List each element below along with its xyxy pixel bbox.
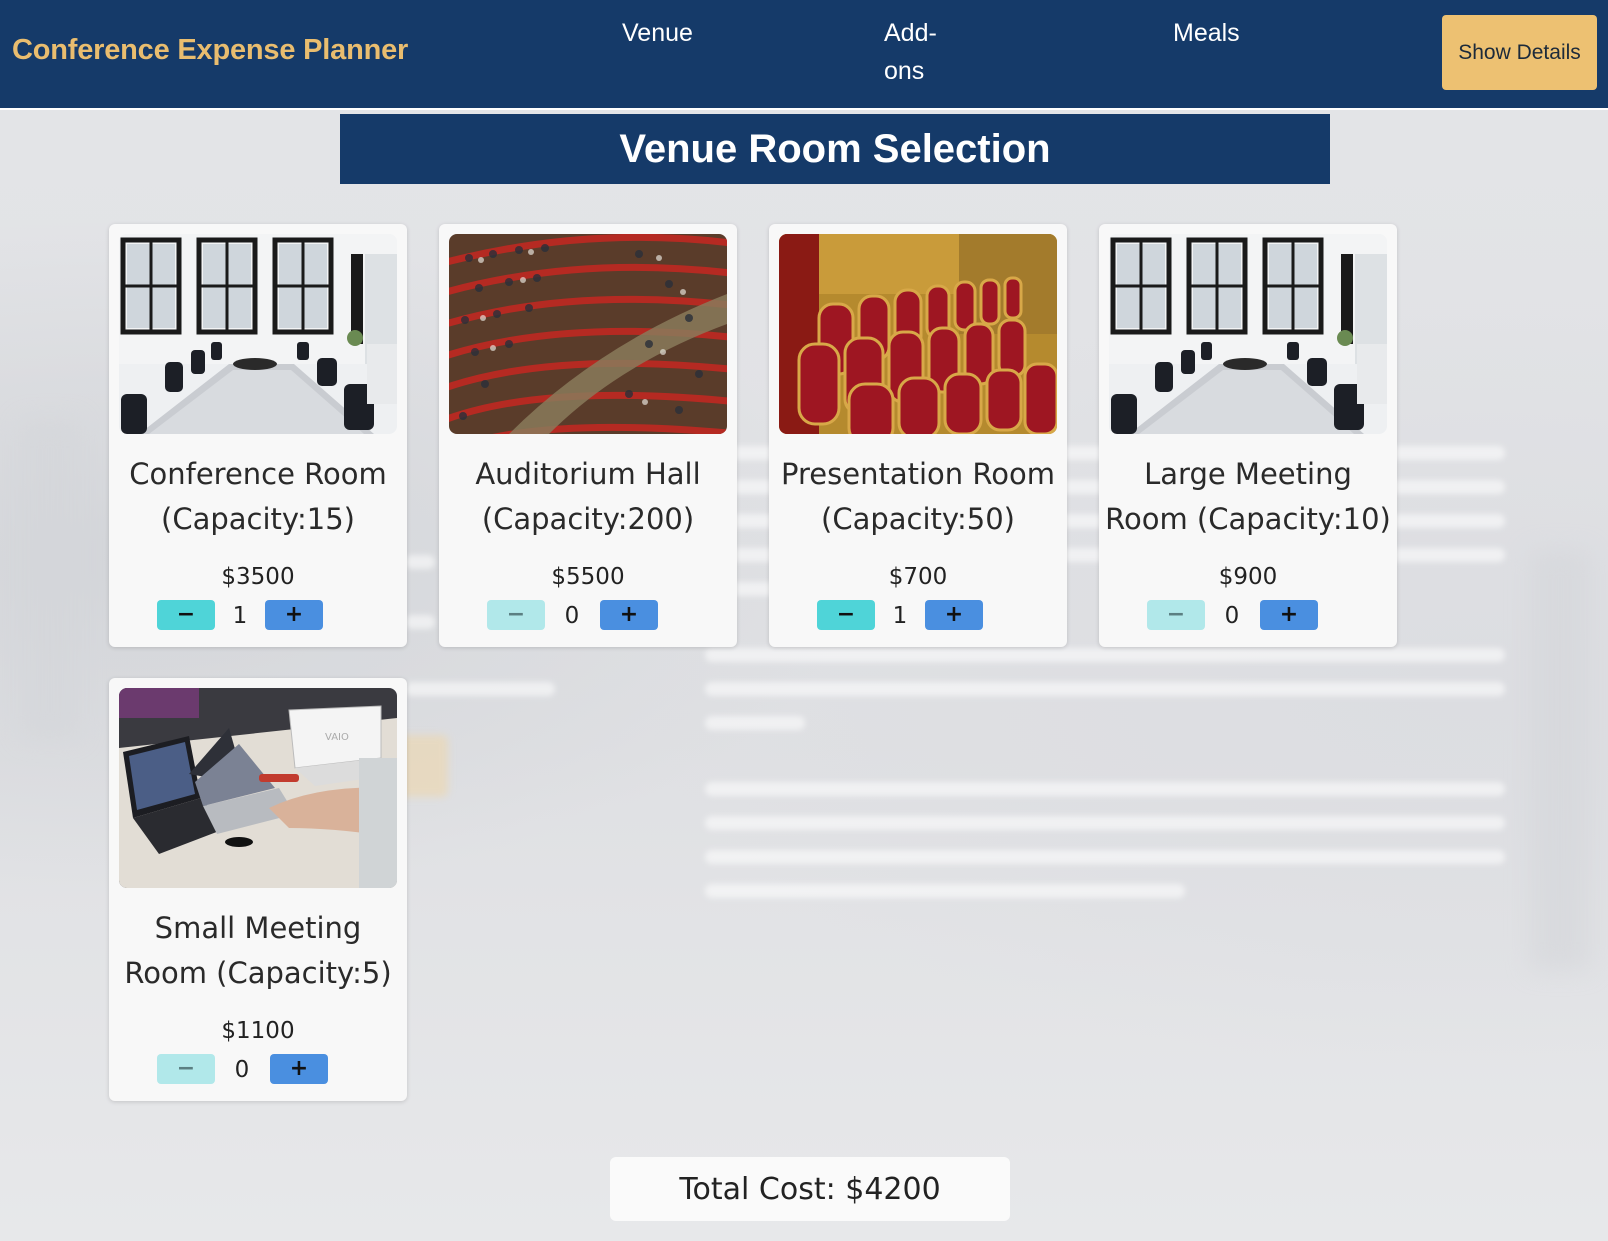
quantity-stepper: − 0 + <box>439 600 737 632</box>
decrement-button[interactable]: − <box>817 600 875 630</box>
decrement-button[interactable]: − <box>1147 600 1205 630</box>
room-card-presentation: Presentation Room (Capacity:50) $700 − 1… <box>769 224 1067 647</box>
room-card-conference: Conference Room (Capacity:15) $3500 − 1 … <box>109 224 407 647</box>
decrement-button[interactable]: − <box>157 1054 215 1084</box>
room-name: Small Meeting Room (Capacity:5) <box>124 911 392 990</box>
room-price: $1100 <box>221 1018 295 1044</box>
room-card-small-meeting: Small Meeting Room (Capacity:5) $1100 − … <box>109 678 407 1101</box>
increment-button[interactable]: + <box>1260 600 1318 630</box>
room-name: Auditorium Hall (Capacity:200) <box>475 457 701 536</box>
quantity-value: 0 <box>1224 603 1240 629</box>
conference-room-photo <box>119 234 397 434</box>
room-card-auditorium: Auditorium Hall (Capacity:200) $5500 − 0… <box>439 224 737 647</box>
quantity-value: 1 <box>892 603 908 629</box>
room-name: Large Meeting Room (Capacity:10) <box>1105 457 1391 536</box>
room-card-large-meeting: Large Meeting Room (Capacity:10) $900 − … <box>1099 224 1397 647</box>
increment-button[interactable]: + <box>925 600 983 630</box>
large-meeting-room-photo <box>1109 234 1387 434</box>
increment-button[interactable]: + <box>270 1054 328 1084</box>
quantity-value: 1 <box>232 603 248 629</box>
auditorium-photo <box>449 234 727 434</box>
quantity-stepper: − 1 + <box>109 600 407 632</box>
nav-link-addons[interactable]: Add-ons <box>884 14 954 90</box>
presentation-room-photo <box>779 234 1057 434</box>
app-title[interactable]: Conference Expense Planner <box>12 34 408 67</box>
quantity-value: 0 <box>234 1057 250 1083</box>
room-price: $900 <box>1218 564 1278 590</box>
page-title: Venue Room Selection <box>619 126 1051 171</box>
room-price: $5500 <box>551 564 625 590</box>
nav-link-venue[interactable]: Venue <box>622 14 693 52</box>
nav-link-meals[interactable]: Meals <box>1173 14 1240 52</box>
room-name: Presentation Room (Capacity:50) <box>781 457 1055 536</box>
laptops-meeting-photo <box>119 688 397 888</box>
quantity-stepper: − 0 + <box>109 1054 407 1086</box>
room-price: $700 <box>888 564 948 590</box>
quantity-value: 0 <box>564 603 580 629</box>
navbar: Conference Expense Planner Venue Add-ons… <box>0 0 1608 110</box>
section-title-banner: Venue Room Selection <box>340 114 1330 184</box>
total-cost: Total Cost: $4200 <box>610 1157 1010 1221</box>
show-details-button[interactable]: Show Details <box>1442 15 1597 90</box>
room-name: Conference Room (Capacity:15) <box>129 457 387 536</box>
decrement-button[interactable]: − <box>487 600 545 630</box>
increment-button[interactable]: + <box>265 600 323 630</box>
quantity-stepper: − 0 + <box>1099 600 1397 632</box>
decrement-button[interactable]: − <box>157 600 215 630</box>
increment-button[interactable]: + <box>600 600 658 630</box>
quantity-stepper: − 1 + <box>769 600 1067 632</box>
room-price: $3500 <box>221 564 295 590</box>
